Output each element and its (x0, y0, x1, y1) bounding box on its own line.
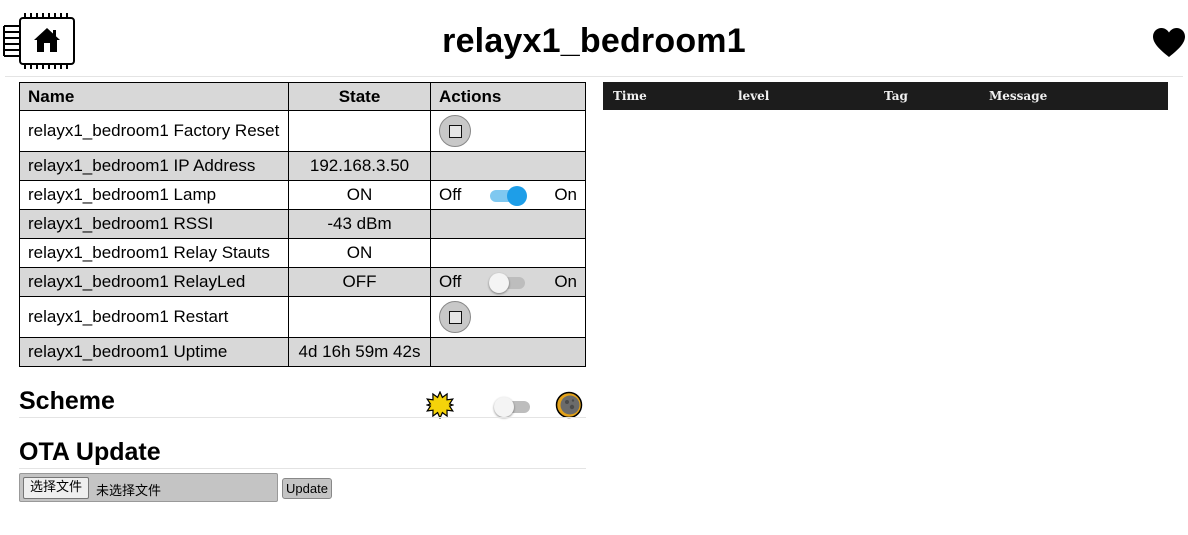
scheme-toggle[interactable] (494, 396, 532, 417)
entity-state: ON (288, 238, 431, 268)
header: relayx1_bedroom1 (0, 0, 1188, 78)
table-row: relayx1_bedroom1 Uptime 4d 16h 59m 42s (19, 337, 586, 367)
table-row: relayx1_bedroom1 Restart (19, 296, 586, 338)
entity-table: Name State Actions relayx1_bedroom1 Fact… (19, 82, 586, 367)
column-header-actions: Actions (430, 82, 586, 111)
table-row: relayx1_bedroom1 RSSI -43 dBm (19, 209, 586, 239)
entity-state (288, 110, 431, 152)
choose-file-button[interactable]: 选择文件 (23, 477, 90, 499)
update-button[interactable]: Update (282, 478, 332, 499)
table-row: relayx1_bedroom1 RelayLed OFF Off On (19, 267, 586, 297)
entity-name: relayx1_bedroom1 Factory Reset (19, 110, 289, 152)
scheme-divider (19, 417, 586, 418)
factory-reset-button[interactable] (439, 115, 471, 147)
log-column-message: Message (989, 89, 1048, 103)
file-input[interactable]: 选择文件 未选择文件 (19, 473, 278, 502)
table-row: relayx1_bedroom1 Factory Reset (19, 110, 586, 152)
switch-on-label: On (554, 185, 577, 204)
table-row: relayx1_bedroom1 IP Address 192.168.3.50 (19, 151, 586, 181)
stop-square-icon (449, 311, 462, 324)
scheme-title: Scheme (19, 387, 115, 415)
entity-actions (430, 337, 586, 367)
entity-name: relayx1_bedroom1 RSSI (19, 209, 289, 239)
entity-name: relayx1_bedroom1 Uptime (19, 337, 289, 367)
switch-off-label: Off (439, 272, 462, 291)
switch-off-label: Off (439, 185, 462, 204)
entity-state (288, 296, 431, 338)
entity-state: 4d 16h 59m 42s (288, 337, 431, 367)
entity-name: relayx1_bedroom1 Restart (19, 296, 289, 338)
table-row: relayx1_bedroom1 Lamp ON Off On (19, 180, 586, 210)
entity-state: -43 dBm (288, 209, 431, 239)
relayled-toggle[interactable] (488, 272, 527, 293)
entity-state: OFF (288, 267, 431, 297)
lamp-toggle[interactable] (489, 185, 527, 206)
restart-button[interactable] (439, 301, 471, 333)
log-column-tag: Tag (884, 89, 908, 103)
entity-name: relayx1_bedroom1 Lamp (19, 180, 289, 210)
heart-icon[interactable] (1153, 28, 1185, 58)
no-file-text: 未选择文件 (96, 484, 162, 499)
ota-title: OTA Update (19, 438, 161, 466)
table-header-row: Name State Actions (19, 82, 586, 111)
switch-on-label: On (554, 272, 577, 291)
entity-name: relayx1_bedroom1 Relay Stauts (19, 238, 289, 268)
column-header-name: Name (19, 82, 289, 111)
entity-actions (430, 209, 586, 239)
entity-name: relayx1_bedroom1 IP Address (19, 151, 289, 181)
moon-icon (555, 391, 583, 419)
sun-icon (426, 391, 454, 419)
entity-actions (430, 151, 586, 181)
toggle-knob (488, 273, 509, 293)
ota-divider (19, 468, 586, 469)
table-row: relayx1_bedroom1 Relay Stauts ON (19, 238, 586, 268)
log-column-level: level (738, 89, 770, 103)
entity-actions: Off On (430, 180, 586, 210)
entity-name: relayx1_bedroom1 RelayLed (19, 267, 289, 297)
toggle-knob (506, 186, 527, 206)
page-title: relayx1_bedroom1 (442, 22, 746, 60)
log-table-header: Time level Tag Message (603, 82, 1168, 110)
column-header-state: State (288, 82, 431, 111)
log-column-time: Time (613, 89, 647, 103)
entity-actions (430, 238, 586, 268)
entity-actions (430, 296, 586, 338)
stop-square-icon (449, 125, 462, 138)
entity-actions: Off On (430, 267, 586, 297)
toggle-knob (494, 397, 514, 417)
entity-state: ON (288, 180, 431, 210)
entity-state: 192.168.3.50 (288, 151, 431, 181)
entity-actions (430, 110, 586, 152)
header-divider (5, 76, 1183, 77)
